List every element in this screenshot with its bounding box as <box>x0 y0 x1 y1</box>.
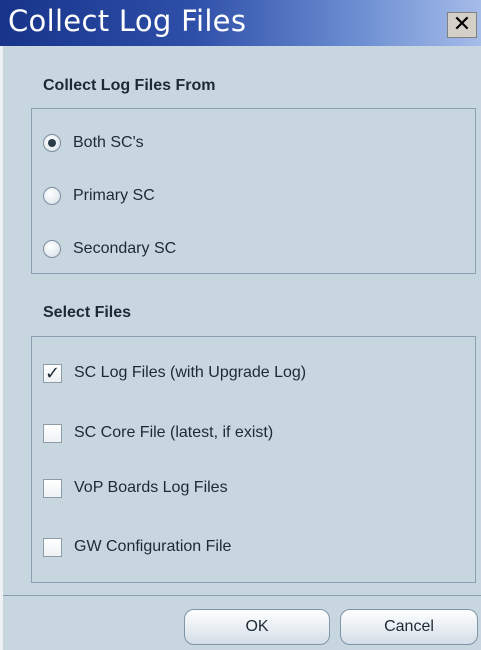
select-files-group: ✓ SC Log Files (with Upgrade Log) SC Cor… <box>31 336 476 583</box>
collect-from-heading: Collect Log Files From <box>43 77 216 94</box>
cancel-button[interactable]: Cancel <box>340 609 478 645</box>
checkmark-icon: ✓ <box>44 362 61 384</box>
checkbox-sc-core-file[interactable]: SC Core File (latest, if exist) <box>43 420 273 446</box>
radio-label: Primary SC <box>73 187 155 204</box>
radio-button-checked[interactable] <box>43 134 61 152</box>
radio-primary-sc[interactable]: Primary SC <box>43 183 155 209</box>
checkbox-label: SC Log Files (with Upgrade Log) <box>74 364 307 381</box>
radio-label: Secondary SC <box>73 240 177 257</box>
dialog-title: Collect Log Files <box>8 4 247 38</box>
checkbox-sc-log-files[interactable]: ✓ SC Log Files (with Upgrade Log) <box>43 360 306 386</box>
checkbox-vop-boards-log-files[interactable]: VoP Boards Log Files <box>43 475 228 501</box>
close-icon: ✕ <box>452 12 472 37</box>
dialog-content: Collect Log Files From Both SC's Primary… <box>0 46 481 650</box>
radio-secondary-sc[interactable]: Secondary SC <box>43 236 176 262</box>
radio-button[interactable] <box>43 187 61 205</box>
radio-label: Both SC's <box>73 134 144 151</box>
select-files-heading: Select Files <box>43 304 132 321</box>
checkbox-label: GW Configuration File <box>74 538 232 555</box>
close-button[interactable]: ✕ <box>447 12 477 38</box>
title-bar[interactable]: Collect Log Files ✕ <box>0 0 481 46</box>
radio-button[interactable] <box>43 240 61 258</box>
collect-from-group: Both SC's Primary SC Secondary SC <box>31 108 476 274</box>
checkbox-label: SC Core File (latest, if exist) <box>74 424 274 441</box>
radio-both-scs[interactable]: Both SC's <box>43 130 144 156</box>
checkbox[interactable] <box>43 537 62 557</box>
button-bar: OK Cancel <box>3 595 481 650</box>
checkbox-label: VoP Boards Log Files <box>74 479 228 496</box>
checkbox-checked[interactable]: ✓ <box>43 362 62 384</box>
checkbox-gw-configuration-file[interactable]: GW Configuration File <box>43 534 231 560</box>
collect-log-files-dialog: Collect Log Files ✕ Collect Log Files Fr… <box>0 0 481 650</box>
checkbox[interactable] <box>43 423 62 443</box>
checkbox[interactable] <box>43 478 62 498</box>
ok-button[interactable]: OK <box>184 609 330 645</box>
